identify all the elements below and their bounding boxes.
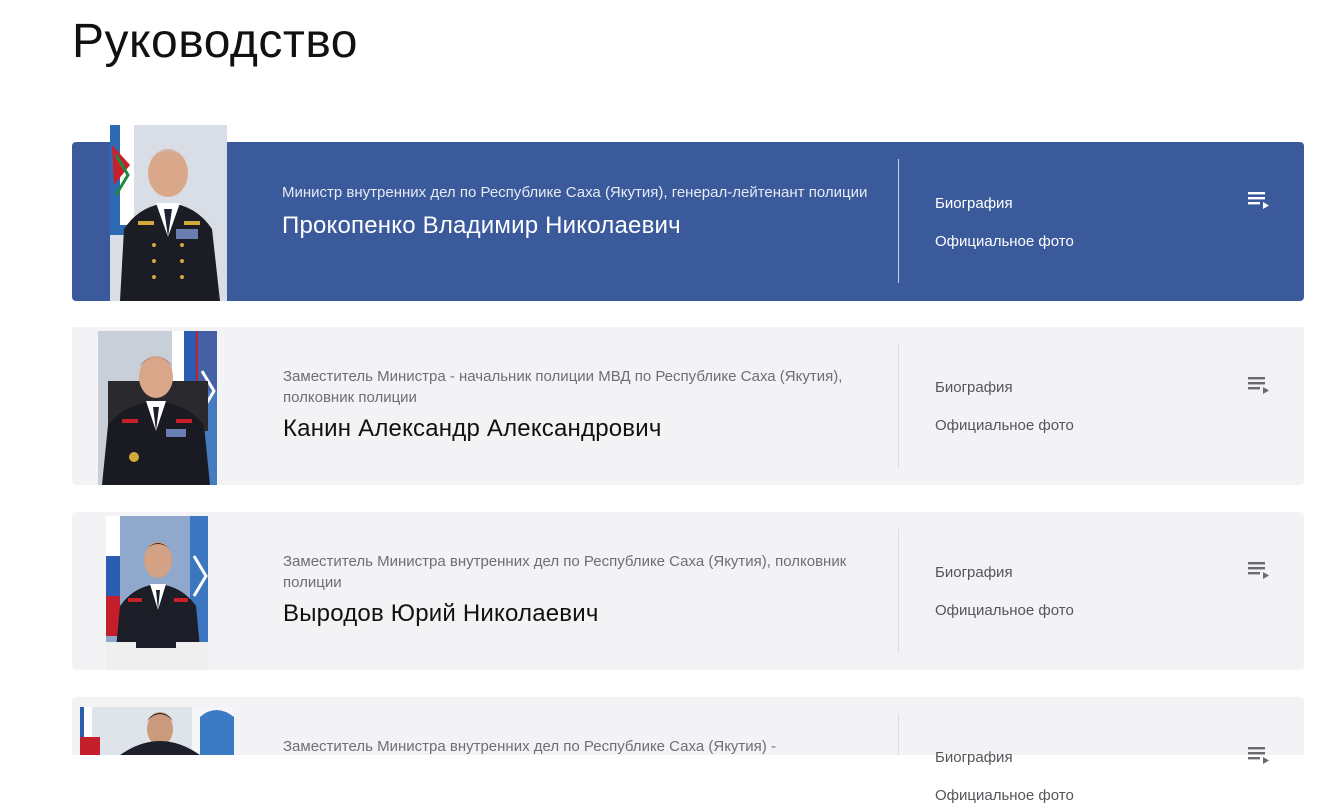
leader-photo[interactable] (98, 331, 217, 485)
biography-link[interactable]: Биография (935, 194, 1074, 214)
official-photo-link[interactable]: Официальное фото (935, 601, 1074, 621)
leader-card[interactable]: Заместитель Министра внутренних дел по Р… (72, 697, 1304, 804)
official-photo-link[interactable]: Официальное фото (935, 786, 1074, 806)
official-photo-link[interactable]: Официальное фото (935, 232, 1074, 252)
leader-info: Заместитель Министра внутренних дел по Р… (283, 551, 873, 629)
leader-info: Заместитель Министра внутренних дел по Р… (283, 736, 873, 763)
biography-link[interactable]: Биография (935, 748, 1074, 768)
biography-link[interactable]: Биография (935, 378, 1074, 398)
playlist-icon[interactable] (1248, 561, 1270, 581)
leader-photo[interactable] (80, 707, 234, 755)
leader-name[interactable]: Выродов Юрий Николаевич (283, 599, 873, 629)
playlist-icon[interactable] (1248, 191, 1270, 211)
leader-position: Заместитель Министра внутренних дел по Р… (283, 738, 776, 755)
leader-photo[interactable] (110, 125, 227, 301)
leader-name[interactable]: Канин Александр Александрович (283, 414, 873, 444)
leader-card[interactable]: Министр внутренних дел по Республике Сах… (72, 125, 1304, 301)
leader-links: Биография Официальное фото (935, 378, 1074, 436)
leader-info: Заместитель Министра - начальник полиции… (283, 366, 873, 444)
card-divider (898, 159, 899, 283)
card-divider (898, 529, 899, 653)
leader-card[interactable]: Заместитель Министра внутренних дел по Р… (72, 512, 1304, 670)
leader-position: Заместитель Министра внутренних дел по Р… (283, 553, 847, 591)
page-title: Руководство (72, 15, 358, 68)
official-photo-link[interactable]: Официальное фото (935, 416, 1074, 436)
playlist-icon[interactable] (1248, 746, 1270, 766)
leader-photo[interactable] (106, 516, 208, 670)
leader-position: Заместитель Министра - начальник полиции… (283, 368, 843, 406)
card-divider (898, 344, 899, 468)
leader-info: Министр внутренних дел по Республике Сах… (282, 182, 872, 241)
leader-links: Биография Официальное фото (935, 194, 1074, 252)
leader-links: Биография Официальное фото (935, 563, 1074, 621)
leader-name[interactable]: Прокопенко Владимир Николаевич (282, 211, 872, 241)
biography-link[interactable]: Биография (935, 563, 1074, 583)
leader-position: Министр внутренних дел по Республике Сах… (282, 184, 868, 201)
playlist-icon[interactable] (1248, 376, 1270, 396)
card-divider (898, 714, 899, 755)
leader-card[interactable]: Заместитель Министра - начальник полиции… (72, 327, 1304, 485)
leader-links: Биография Официальное фото (935, 748, 1074, 806)
